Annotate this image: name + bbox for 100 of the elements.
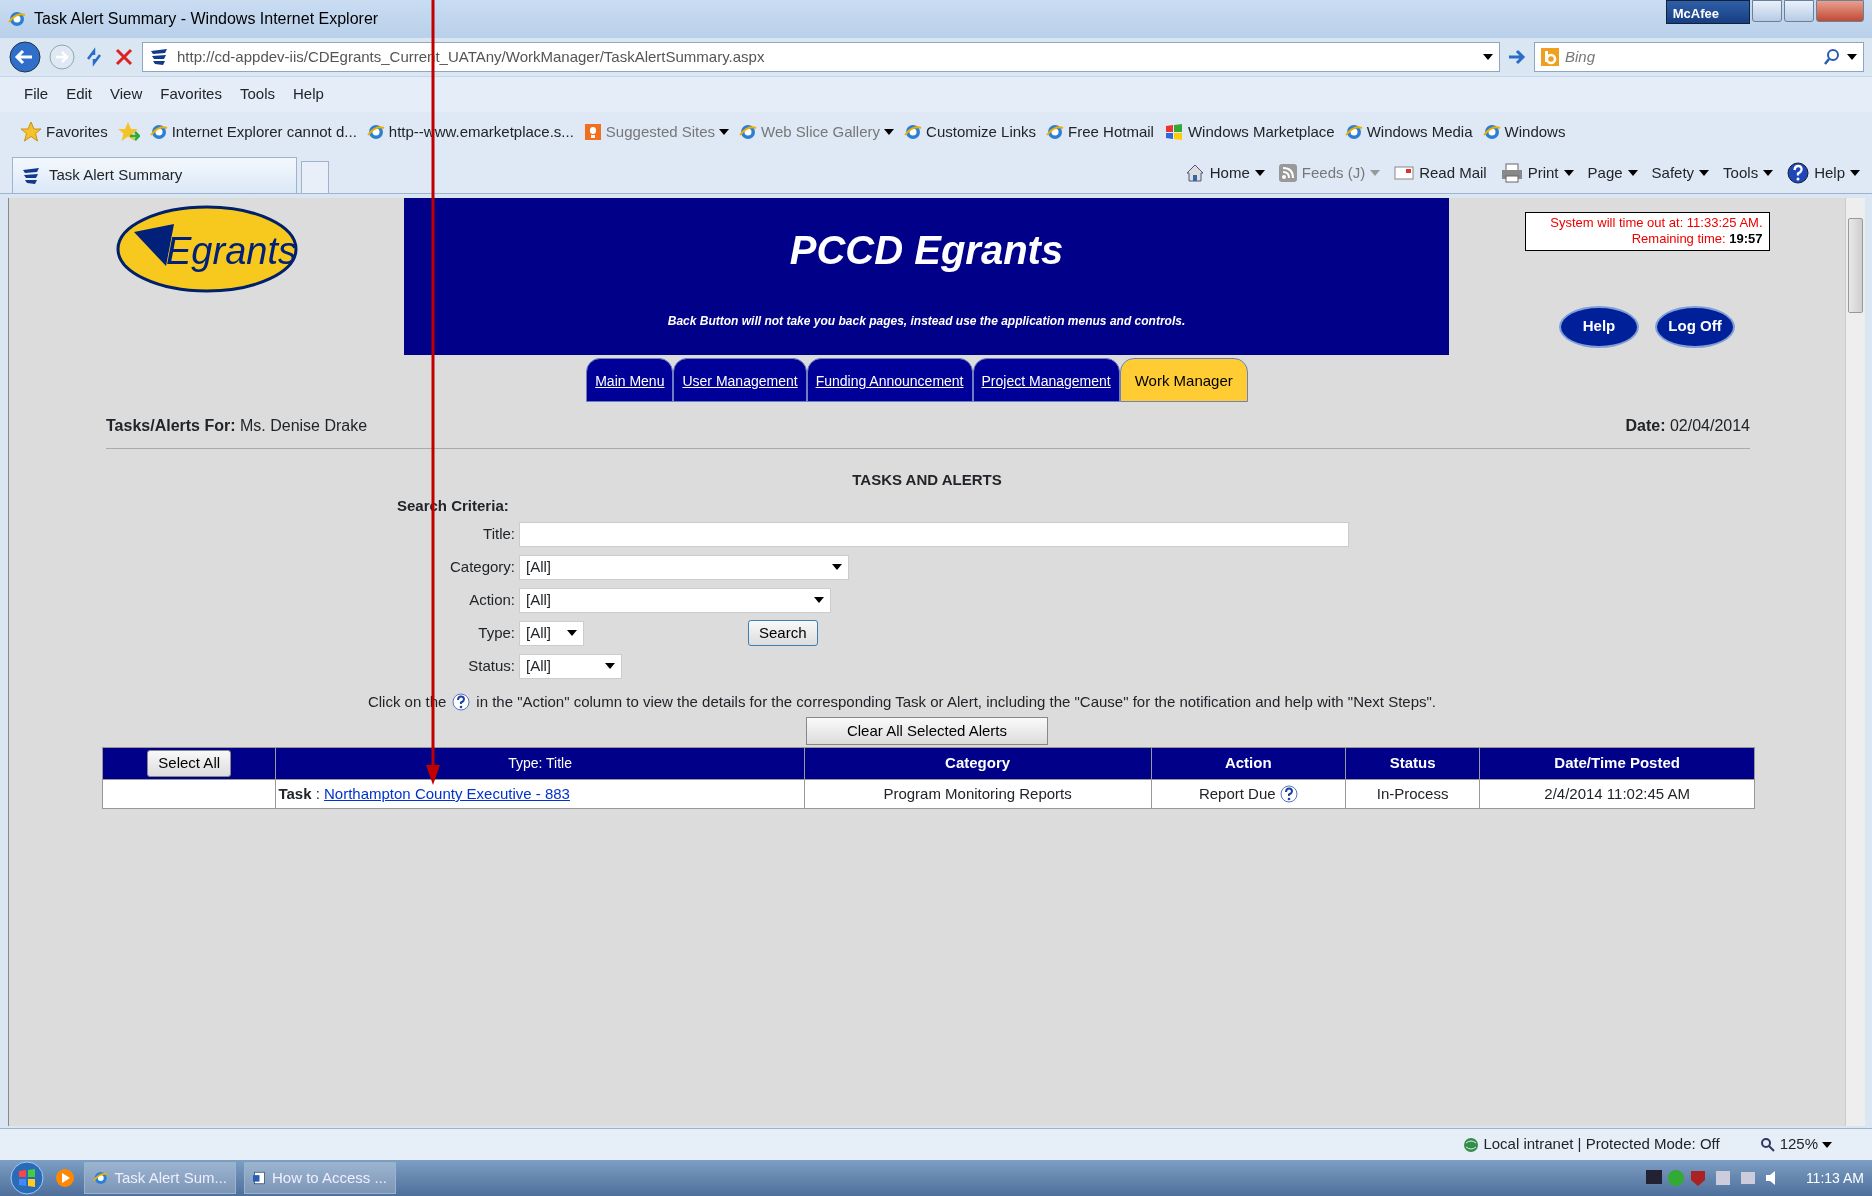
field-label: Type: bbox=[477, 622, 515, 643]
favorites-link[interactable]: Web Slice Gallery bbox=[739, 120, 895, 144]
nav-tab[interactable]: Project Management bbox=[972, 358, 1120, 402]
search-provider-icon bbox=[1541, 48, 1559, 66]
sort-link[interactable]: Date/Time Posted bbox=[1554, 754, 1680, 772]
dropdown-field[interactable]: [All] bbox=[519, 620, 584, 646]
zoom-control[interactable]: 125% bbox=[1759, 1133, 1832, 1156]
forward-button[interactable] bbox=[48, 43, 76, 71]
help-icon bbox=[1787, 162, 1810, 184]
dropdown-caret-icon[interactable] bbox=[1847, 54, 1857, 60]
dropdown-field[interactable]: [All] bbox=[519, 587, 831, 613]
type-text: Task bbox=[278, 784, 312, 802]
favorites-link[interactable]: Internet Explorer cannot d... bbox=[149, 120, 357, 144]
favorites-link[interactable]: Windows Media bbox=[1344, 120, 1473, 144]
globe-page-icon bbox=[739, 123, 758, 141]
close-button[interactable] bbox=[1816, 0, 1864, 22]
globe-icon bbox=[1463, 1136, 1480, 1153]
menu-item[interactable]: Edit bbox=[66, 83, 93, 106]
dropdown-caret-icon bbox=[1850, 170, 1860, 176]
dropdown-caret-icon bbox=[1563, 170, 1574, 176]
window-flag-icon bbox=[1163, 123, 1184, 141]
user-info: Tasks/Alerts For: Ms. Denise Drake bbox=[106, 415, 368, 436]
help-icon[interactable] bbox=[1279, 785, 1298, 803]
toolbar-button[interactable]: Page bbox=[1587, 161, 1638, 185]
search-button[interactable]: Search bbox=[748, 619, 818, 647]
globe-page-icon bbox=[149, 123, 168, 141]
menu-item[interactable]: View bbox=[110, 83, 143, 106]
back-button[interactable] bbox=[8, 40, 42, 74]
site-logo-icon bbox=[149, 48, 169, 66]
sort-link[interactable]: Status bbox=[1389, 754, 1436, 772]
scrollbar-thumb[interactable] bbox=[1848, 218, 1863, 313]
nav-tab[interactable]: Main Menu bbox=[586, 358, 674, 402]
toolbar-button[interactable]: Read Mail bbox=[1394, 161, 1487, 185]
clock-text: 11:13 AM bbox=[1805, 1168, 1864, 1188]
separator-text: : bbox=[538, 755, 543, 771]
select-all-button[interactable]: Select All bbox=[147, 750, 232, 777]
home-icon bbox=[1184, 163, 1205, 183]
globe-page-icon bbox=[93, 1169, 109, 1187]
favorites-button[interactable]: Favorites bbox=[20, 120, 108, 144]
sort-link[interactable]: Title bbox=[546, 755, 572, 771]
zoom-icon bbox=[1759, 1136, 1776, 1153]
browser-tab[interactable]: Task Alert Summary bbox=[12, 157, 297, 193]
search-field[interactable]: Bing bbox=[1534, 42, 1864, 72]
search-icon[interactable] bbox=[1823, 48, 1841, 66]
globe-page-icon bbox=[1344, 123, 1363, 141]
feed-icon bbox=[1278, 164, 1297, 182]
star-icon bbox=[20, 121, 42, 143]
clear-alerts-button[interactable]: Clear All Selected Alerts bbox=[806, 717, 1048, 745]
menu-item[interactable]: File bbox=[24, 83, 49, 106]
sort-link[interactable]: Category bbox=[945, 754, 1011, 772]
dropdown-caret-icon bbox=[1699, 170, 1710, 176]
hint-text: in the "Action" column to view the details for the corresponding Task or Alert, including the "Cause" for the notification and help with "Next Steps". bbox=[476, 691, 1437, 712]
favorites-link[interactable]: Customize Links bbox=[904, 120, 1037, 144]
task-link[interactable]: Northampton County Executive - 883 bbox=[324, 784, 570, 802]
toolbar-button[interactable]: Tools bbox=[1723, 161, 1774, 185]
restore-button[interactable] bbox=[1784, 0, 1814, 22]
printer-icon bbox=[1500, 163, 1523, 183]
sort-link[interactable]: Action bbox=[1224, 754, 1272, 772]
field-label: Status: bbox=[467, 655, 515, 676]
favorites-link[interactable]: Suggested Sites bbox=[583, 120, 730, 144]
nav-tab[interactable]: Funding Announcement bbox=[806, 358, 973, 402]
banner-note: Back Button will not take you back pages, instead use the application menus and controls. bbox=[666, 313, 1187, 330]
dropdown-caret-icon bbox=[719, 129, 730, 135]
header-button[interactable]: Log Off bbox=[1655, 305, 1735, 348]
text-field[interactable] bbox=[519, 521, 1349, 547]
toolbar-button[interactable]: Print bbox=[1500, 161, 1574, 185]
table-cell: 2/4/2014 11:02:45 AM bbox=[1479, 779, 1755, 809]
toolbar-button[interactable]: Safety bbox=[1651, 161, 1710, 185]
minimize-button[interactable] bbox=[1752, 0, 1782, 22]
start-button[interactable] bbox=[8, 1161, 46, 1195]
table-cell: Program Monitoring Reports bbox=[804, 779, 1151, 809]
dropdown-caret-icon[interactable] bbox=[1483, 54, 1493, 60]
field-label: Title: bbox=[482, 523, 515, 544]
header-button[interactable]: Help bbox=[1559, 305, 1639, 348]
favorites-link[interactable]: Windows bbox=[1482, 120, 1566, 144]
toolbar-button[interactable]: Help bbox=[1787, 161, 1860, 185]
table-cell: In-Process bbox=[1345, 779, 1480, 809]
field-label: Category: bbox=[448, 556, 515, 577]
menu-item[interactable]: Tools bbox=[239, 83, 275, 106]
date-info: Date: 02/04/2014 bbox=[1625, 415, 1750, 436]
action-text: Report Due bbox=[1198, 783, 1276, 804]
timeout-notice: System will time out at: 11:33:25 AM. Remaining time: 19:57 bbox=[1524, 212, 1770, 251]
dropdown-field[interactable]: [All] bbox=[519, 554, 849, 580]
add-favorite-icon[interactable] bbox=[117, 121, 140, 143]
menu-item[interactable]: Help bbox=[293, 83, 324, 106]
globe-page-icon bbox=[366, 123, 385, 141]
globe-page-icon bbox=[1482, 123, 1501, 141]
favorites-link[interactable]: Free Hotmail bbox=[1046, 120, 1154, 144]
menu-item[interactable]: Favorites bbox=[160, 83, 222, 106]
app-title: PCCD Egrants bbox=[788, 227, 1065, 274]
security-badge[interactable]: McAfee bbox=[1665, 0, 1750, 24]
toolbar-button[interactable]: Home bbox=[1184, 161, 1265, 185]
favorites-link[interactable]: Windows Marketplace bbox=[1163, 120, 1335, 144]
nav-tab[interactable]: User Management bbox=[673, 358, 807, 402]
dropdown-field[interactable]: [All] bbox=[519, 653, 622, 679]
dropdown-caret-icon bbox=[884, 129, 895, 135]
dropdown-caret-icon bbox=[1763, 170, 1774, 176]
nav-tab[interactable]: Work Manager bbox=[1119, 358, 1248, 402]
scrollbar[interactable] bbox=[1845, 198, 1865, 1126]
media-player-icon[interactable] bbox=[54, 1167, 76, 1189]
